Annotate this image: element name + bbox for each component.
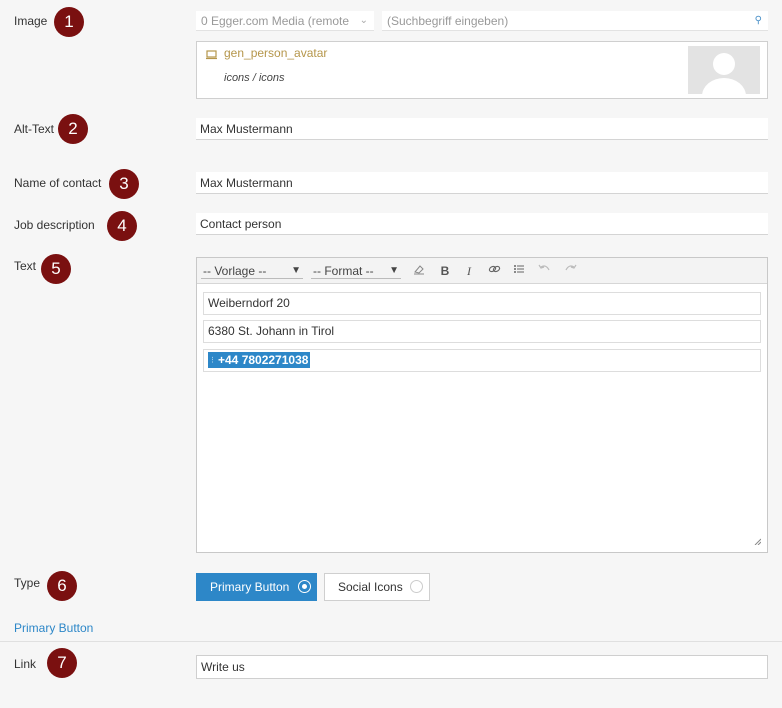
eraser-icon[interactable] [411, 263, 427, 279]
step-badge-6: 6 [47, 571, 77, 601]
avatar-thumbnail [688, 46, 760, 94]
step-badge-5: 5 [41, 254, 71, 284]
primary-button-section-link[interactable]: Primary Button [14, 621, 93, 635]
text-label: Text [14, 259, 37, 273]
step-badge-3: 3 [109, 169, 139, 199]
job-description-label: Job description [14, 218, 95, 232]
primary-button-option-label: Primary Button [210, 580, 290, 594]
image-label: Image [14, 14, 48, 28]
redo-icon[interactable] [562, 263, 578, 279]
editor-paragraph[interactable]: Weiberndorf 20 [203, 292, 761, 315]
chevron-down-icon: ▼ [291, 265, 301, 276]
italic-icon[interactable]: I [461, 263, 477, 279]
rich-text-editor[interactable]: -- Vorlage -- ▼ -- Format -- ▼ B I Weibe… [196, 257, 768, 553]
step-badge-2: 2 [58, 114, 88, 144]
chevron-down-icon: ▼ [389, 265, 399, 276]
vorlage-select[interactable]: -- Vorlage -- ▼ [201, 263, 303, 279]
job-description-field[interactable]: Contact person [196, 213, 768, 235]
primary-button-option[interactable]: Primary Button [196, 573, 317, 601]
drag-handle-icon: ⋮ [209, 357, 216, 365]
media-source-select[interactable]: 0 Egger.com Media (remote ⌄ [196, 11, 374, 31]
media-item-panel[interactable]: gen_person_avatar icons / icons [196, 41, 768, 99]
radio-selected-icon [298, 580, 311, 593]
bold-icon[interactable]: B [437, 263, 453, 279]
editor-toolbar: -- Vorlage -- ▼ -- Format -- ▼ B I [197, 258, 767, 284]
search-icon[interactable]: ⚲ [755, 11, 762, 31]
format-value: -- Format -- [313, 264, 374, 278]
monitor-icon [206, 49, 217, 63]
step-badge-4: 4 [107, 211, 137, 241]
format-select[interactable]: -- Format -- ▼ [311, 263, 401, 279]
link-icon[interactable] [486, 263, 502, 279]
media-path: icons / icons [224, 72, 285, 84]
phone-number: +44 7802271038 [218, 353, 309, 367]
resize-handle-icon[interactable] [753, 534, 762, 548]
type-label: Type [14, 576, 41, 590]
undo-icon[interactable] [536, 263, 552, 279]
vorlage-value: -- Vorlage -- [203, 264, 267, 278]
media-source-value: 0 Egger.com Media (remote [201, 14, 350, 28]
step-badge-1: 1 [54, 7, 84, 37]
step-badge-7: 7 [47, 648, 77, 678]
section-divider [0, 641, 782, 642]
list-icon[interactable] [511, 263, 527, 279]
media-name[interactable]: gen_person_avatar [224, 46, 327, 60]
chevron-down-icon: ⌄ [359, 15, 368, 26]
editor-paragraph-phone[interactable]: ⋮ +44 7802271038 [203, 349, 761, 372]
name-of-contact-field[interactable]: Max Mustermann [196, 172, 768, 194]
editor-paragraph[interactable]: 6380 St. Johann in Tirol [203, 320, 761, 343]
selected-phone-text[interactable]: ⋮ +44 7802271038 [208, 352, 311, 368]
link-field[interactable]: Write us [196, 655, 768, 679]
social-icons-option[interactable]: Social Icons [324, 573, 430, 601]
name-of-contact-label: Name of contact [14, 176, 102, 190]
media-search-input[interactable]: (Suchbegriff eingeben) ⚲ [382, 11, 768, 31]
social-icons-option-label: Social Icons [338, 580, 403, 594]
search-placeholder: (Suchbegriff eingeben) [387, 14, 509, 28]
alt-text-label: Alt-Text [14, 122, 55, 136]
radio-unselected-icon [410, 580, 423, 593]
alt-text-field[interactable]: Max Mustermann [196, 118, 768, 140]
link-label: Link [14, 657, 37, 671]
